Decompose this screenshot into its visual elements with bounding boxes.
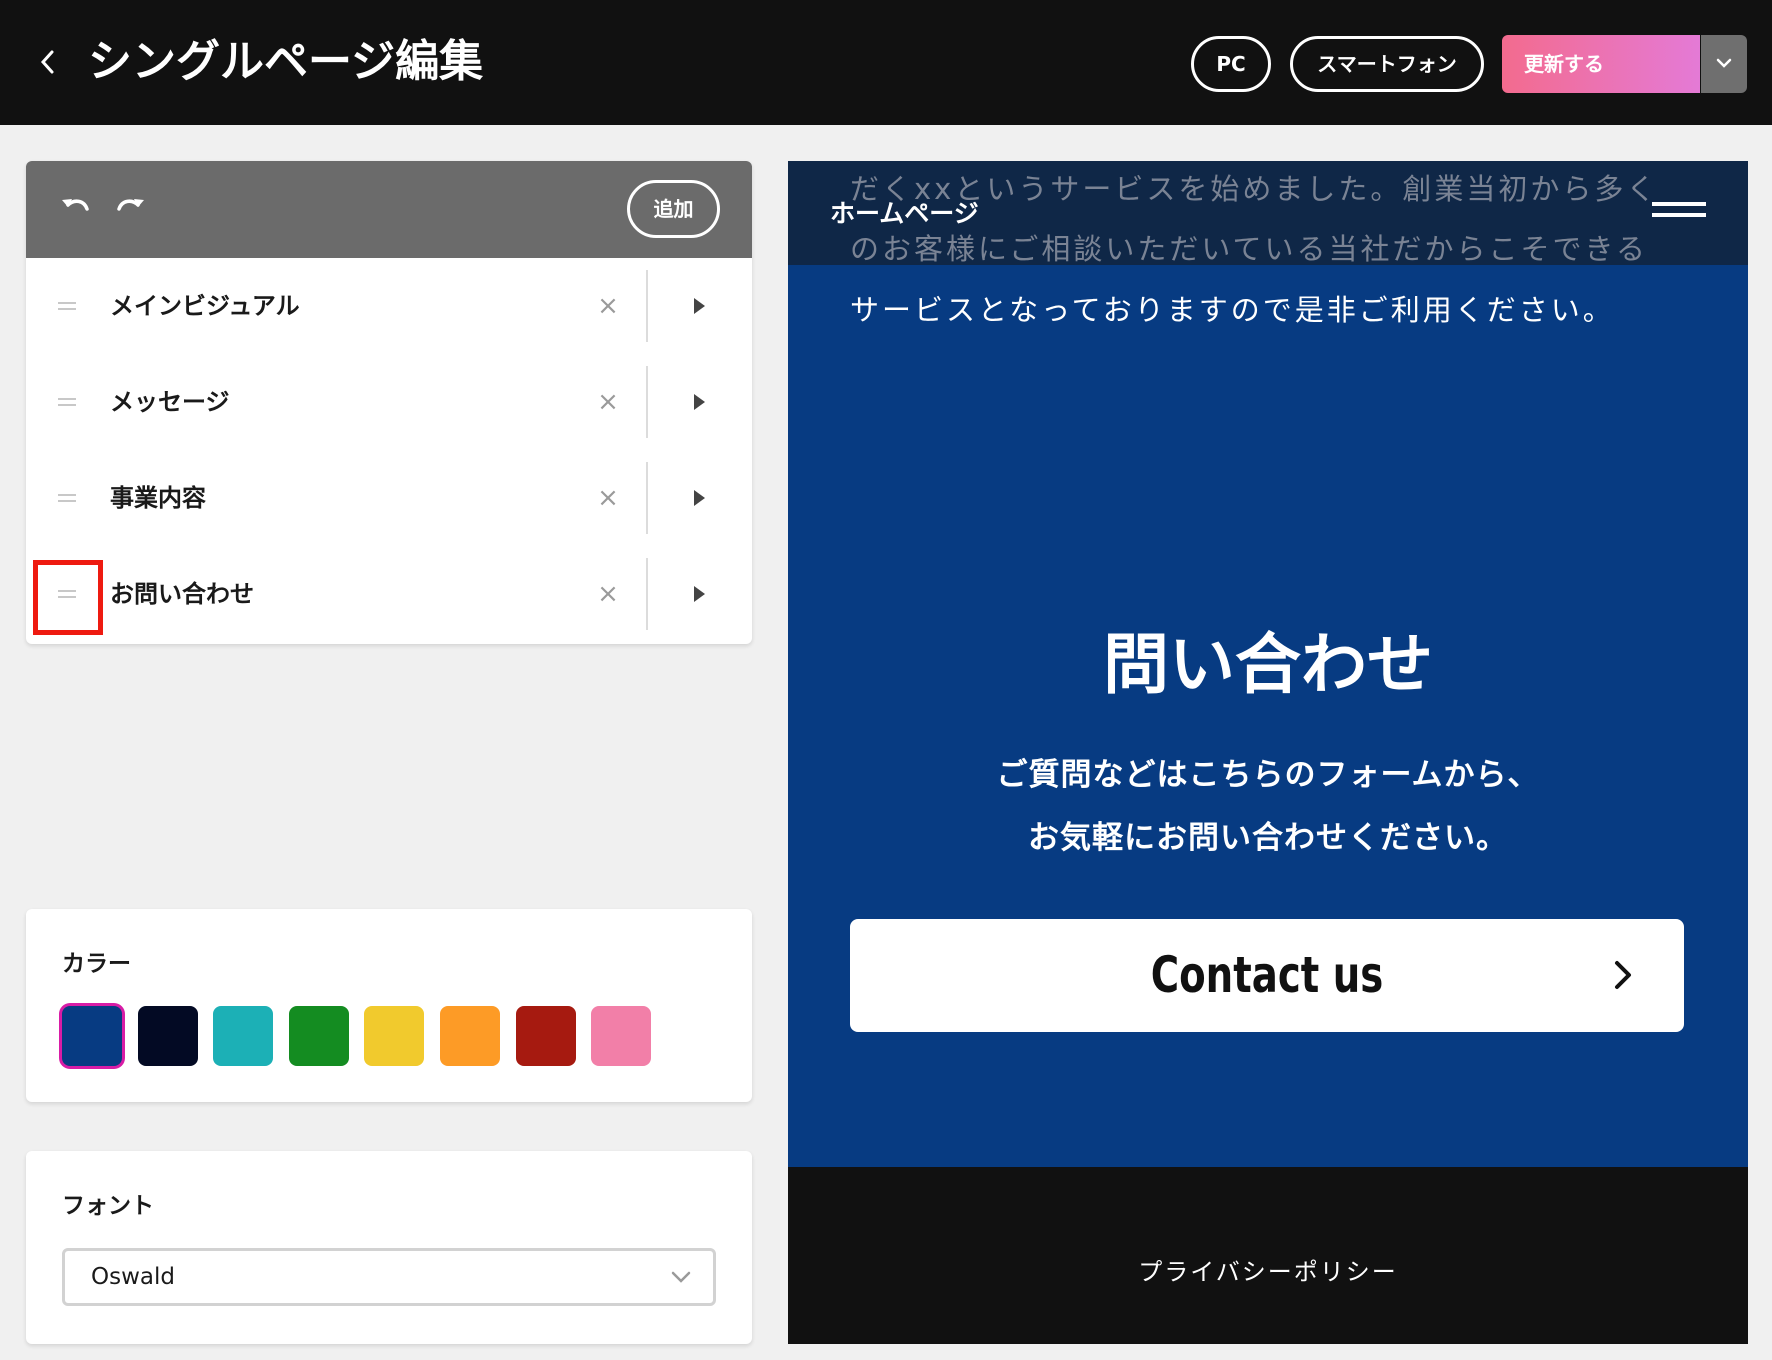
delete-icon[interactable]: ×	[594, 576, 622, 612]
preview-footer: プライバシーポリシー	[788, 1167, 1748, 1344]
color-swatch-red[interactable]	[516, 1006, 576, 1066]
section-list-panel: 追加 メインビジュアル × メッセージ × 事業内容 × お問い合わせ ×	[26, 161, 752, 644]
font-select[interactable]: Oswald	[62, 1248, 716, 1306]
drag-handle-icon[interactable]	[56, 294, 80, 318]
contact-us-label: Contact us	[1150, 946, 1384, 1004]
font-heading: フォント	[62, 1193, 154, 1219]
chevron-down-icon	[671, 1271, 691, 1283]
drag-handle-icon[interactable]	[56, 486, 80, 510]
chevron-right-icon	[1615, 961, 1631, 989]
color-heading: カラー	[62, 951, 131, 977]
divider	[646, 462, 648, 534]
divider	[646, 366, 648, 438]
color-swatch-green[interactable]	[289, 1006, 349, 1066]
update-button[interactable]: 更新する	[1502, 35, 1700, 93]
add-section-button[interactable]: 追加	[627, 180, 720, 238]
expand-arrow-icon[interactable]	[688, 386, 712, 418]
contact-description: ご質問などはこちらのフォームから、	[996, 757, 1540, 793]
section-label: お問い合わせ	[110, 580, 254, 608]
hamburger-menu-icon[interactable]	[1652, 202, 1706, 226]
expand-arrow-icon[interactable]	[688, 290, 712, 322]
top-bar: シングルページ編集 PC スマートフォン 更新する	[0, 0, 1772, 125]
delete-icon[interactable]: ×	[594, 288, 622, 324]
section-label: メインビジュアル	[110, 292, 300, 320]
contact-us-button[interactable]: Contact us	[850, 919, 1684, 1032]
expand-arrow-icon[interactable]	[688, 578, 712, 610]
delete-icon[interactable]: ×	[594, 384, 622, 420]
preview-body-line: のお客様にご相談いただいている当社だからこそできる	[850, 232, 1648, 266]
drag-handle-icon[interactable]	[56, 582, 80, 606]
privacy-policy-link[interactable]: プライバシーポリシー	[788, 1255, 1748, 1289]
contact-title: 問い合わせ	[1103, 626, 1433, 703]
chevron-down-icon	[1716, 58, 1732, 68]
section-label: メッセージ	[110, 388, 230, 416]
view-smartphone-button[interactable]: スマートフォン	[1290, 36, 1484, 92]
redo-icon[interactable]	[110, 191, 150, 227]
divider	[646, 270, 648, 342]
color-swatch-teal[interactable]	[213, 1006, 273, 1066]
section-row-business[interactable]: 事業内容 ×	[26, 450, 752, 546]
view-pc-button[interactable]: PC	[1191, 36, 1271, 92]
contact-description: お気軽にお問い合わせください。	[1028, 820, 1508, 856]
smartphone-preview: だくxxというサービスを始めました。創業当初から多く のお客様にご相談いただいて…	[788, 161, 1748, 1344]
preview-body-line: サービスとなっておりますので是非ご利用ください。	[850, 293, 1615, 327]
color-swatch-orange[interactable]	[440, 1006, 500, 1066]
delete-icon[interactable]: ×	[594, 480, 622, 516]
section-label: 事業内容	[110, 484, 206, 512]
section-row-contact[interactable]: お問い合わせ ×	[26, 546, 752, 642]
section-row-main-visual[interactable]: メインビジュアル ×	[26, 258, 752, 354]
font-select-value: Oswald	[91, 1264, 175, 1290]
expand-arrow-icon[interactable]	[688, 482, 712, 514]
divider	[646, 558, 648, 630]
preview-logo[interactable]: ホームページ	[830, 197, 979, 231]
color-swatch-yellow[interactable]	[364, 1006, 424, 1066]
color-panel: カラー	[26, 909, 752, 1102]
back-button[interactable]	[30, 42, 64, 82]
font-panel: フォント Oswald	[26, 1151, 752, 1344]
chevron-left-icon	[40, 50, 54, 74]
section-toolbar: 追加	[26, 161, 752, 258]
drag-handle-icon[interactable]	[56, 390, 80, 414]
section-row-message[interactable]: メッセージ ×	[26, 354, 752, 450]
update-dropdown-button[interactable]	[1701, 35, 1747, 93]
undo-icon[interactable]	[56, 191, 96, 227]
color-swatch-black[interactable]	[138, 1006, 198, 1066]
color-swatch-navy[interactable]	[62, 1006, 122, 1066]
color-swatch-pink[interactable]	[591, 1006, 651, 1066]
page-title: シングルページ編集	[88, 36, 484, 87]
